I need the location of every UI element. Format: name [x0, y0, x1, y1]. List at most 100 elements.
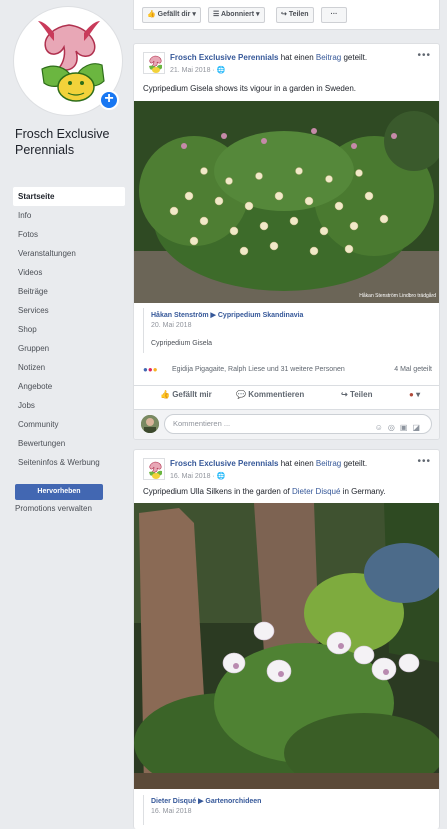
comment-input[interactable]: Kommentieren ... ☺◎▣◪	[164, 414, 432, 434]
nav-item-beitraege[interactable]: Beiträge	[13, 282, 125, 301]
sticker-icon[interactable]: ◪	[412, 423, 425, 432]
nav-item-bewertungen[interactable]: Bewertungen	[13, 434, 125, 453]
globe-icon: 🌐	[216, 473, 226, 480]
frog-orchid-logo	[149, 55, 162, 73]
nav-item-startseite[interactable]: Startseite	[13, 187, 125, 206]
post-text-part: in Germany.	[342, 487, 386, 496]
reactions-names[interactable]: Egidija Pigagaite, Ralph Liese und 31 we…	[172, 366, 345, 373]
shared-post-title[interactable]: Dieter Disqué ▶ Gartenorchideen	[151, 797, 261, 805]
tagged-person-link[interactable]: Dieter Disqué	[292, 487, 340, 496]
post-text: Cypripedium Ulla Silkens in the garden o…	[143, 487, 386, 496]
reactions-summary: ●●● Egidija Pigagaite, Ralph Liese und 3…	[143, 363, 432, 379]
caret-down-icon: ▾	[192, 11, 196, 18]
shared-post-date[interactable]: 16. Mai 2018	[151, 808, 191, 815]
nav-item-shop[interactable]: Shop	[13, 320, 125, 339]
shared-target[interactable]: Gartenorchideen	[205, 798, 261, 805]
triangle-right-icon: ▶	[198, 798, 204, 805]
comment-placeholder: Kommentieren ...	[173, 419, 231, 428]
shared-post-link[interactable]: Beitrag	[316, 459, 341, 468]
left-sidebar: + Frosch Exclusive Perennials Startseite…	[0, 0, 131, 829]
like-page-button[interactable]: 👍 Gefällt dir ▾	[142, 7, 201, 23]
nav-item-angebote[interactable]: Angebote	[13, 377, 125, 396]
nav-item-veranstaltungen[interactable]: Veranstaltungen	[13, 244, 125, 263]
share-button[interactable]: ↪ Teilen	[341, 390, 372, 399]
nav-item-seiteninfos[interactable]: Seiteninfos & Werbung	[13, 453, 125, 472]
page-avatar-small-icon: ●	[409, 390, 414, 399]
photo-credit: Håkan Stenström Lindbro trädgård	[359, 292, 436, 299]
manage-promotions-link[interactable]: Promotions verwalten	[15, 504, 92, 513]
gif-icon[interactable]: ▣	[400, 423, 413, 432]
thumbs-up-icon: 👍	[147, 11, 156, 18]
nav-item-notizen[interactable]: Notizen	[13, 358, 125, 377]
share-arrow-icon: ↪	[281, 11, 287, 18]
shares-count[interactable]: 4 Mal geteilt	[394, 366, 432, 373]
post-card: Frosch Exclusive Perennials hat einen Be…	[133, 449, 440, 829]
speech-bubble-icon: 💬	[236, 390, 246, 399]
caret-down-icon: ▾	[416, 390, 421, 399]
post-photo[interactable]	[134, 503, 439, 789]
nav-item-services[interactable]: Services	[13, 301, 125, 320]
post-as-selector[interactable]: ● ▾	[409, 390, 420, 399]
wow-reaction-icon: ●	[152, 365, 158, 374]
share-label: Teilen	[349, 390, 373, 399]
post-author-name[interactable]: Frosch Exclusive Perennials	[170, 53, 279, 62]
globe-icon: 🌐	[216, 67, 226, 74]
reaction-icons[interactable]: ●●●	[143, 365, 158, 374]
frog-orchid-logo	[149, 461, 162, 479]
shared-post-link[interactable]: Beitrag	[316, 53, 341, 62]
post-date: 16. Mai 2018 ·	[170, 473, 217, 480]
commenter-avatar[interactable]	[141, 415, 159, 433]
comment-tools: ☺◎▣◪	[375, 419, 425, 437]
shared-author[interactable]: Dieter Disqué	[151, 798, 196, 805]
like-button[interactable]: 👍 Gefällt mir	[160, 390, 212, 399]
orchid-photo	[134, 503, 439, 789]
shared-post-card[interactable]: Håkan Stenström ▶ Cypripedium Skandinavi…	[143, 308, 432, 353]
page-action-bar: 👍 Gefällt dir ▾ ☰ Abonniert ▾ ↪ Teilen ·…	[133, 0, 440, 30]
shared-post-card[interactable]: Dieter Disqué ▶ Gartenorchideen 16. Mai …	[143, 795, 432, 825]
promote-button[interactable]: Hervorheben	[15, 484, 103, 500]
post-timestamp[interactable]: 16. Mai 2018 · 🌐	[170, 472, 225, 480]
post-author-avatar[interactable]	[143, 52, 165, 74]
nav-item-jobs[interactable]: Jobs	[13, 396, 125, 415]
like-page-label: Gefällt dir	[157, 11, 191, 18]
follow-button[interactable]: ☰ Abonniert ▾	[208, 7, 265, 23]
comment-label: Kommentieren	[248, 390, 305, 399]
add-photo-icon[interactable]: +	[99, 90, 119, 110]
post-timestamp[interactable]: 21. Mai 2018 · 🌐	[170, 66, 225, 74]
post-author-name[interactable]: Frosch Exclusive Perennials	[170, 459, 279, 468]
nav-item-videos[interactable]: Videos	[13, 263, 125, 282]
post-options-icon[interactable]: •••	[417, 456, 431, 467]
post-header: Frosch Exclusive Perennials hat einen Be…	[170, 53, 367, 62]
like-label: Gefällt mir	[172, 390, 212, 399]
post-options-icon[interactable]: •••	[417, 50, 431, 61]
page-title[interactable]: Frosch Exclusive Perennials	[15, 126, 127, 158]
caret-down-icon: ▾	[255, 11, 260, 18]
comment-button[interactable]: 💬 Kommentieren	[236, 390, 304, 399]
share-arrow-icon: ↪	[341, 390, 348, 399]
post-header: Frosch Exclusive Perennials hat einen Be…	[170, 459, 367, 468]
emoji-icon[interactable]: ☺	[375, 423, 388, 432]
nav-item-fotos[interactable]: Fotos	[13, 225, 125, 244]
post-text-part: Cypripedium Ulla Silkens in the garden o…	[143, 487, 290, 496]
post-photo[interactable]: Håkan Stenström Lindbro trädgård	[134, 101, 439, 303]
nav-item-community[interactable]: Community	[13, 415, 125, 434]
post-author-avatar[interactable]	[143, 458, 165, 480]
nav-item-info[interactable]: Info	[13, 206, 125, 225]
post-card: Frosch Exclusive Perennials hat einen Be…	[133, 43, 440, 440]
post-suffix: geteilt.	[343, 53, 368, 62]
shared-post-date[interactable]: 20. Mai 2018	[151, 322, 191, 329]
post-verb: hat einen	[280, 53, 314, 62]
share-page-label: Teilen	[288, 11, 309, 18]
share-page-button[interactable]: ↪ Teilen	[276, 7, 314, 23]
orchid-photo: Håkan Stenström Lindbro trädgård	[134, 101, 439, 303]
post-suffix: geteilt.	[343, 459, 368, 468]
post-actions: 👍 Gefällt mir 💬 Kommentieren ↪ Teilen ● …	[134, 385, 439, 407]
shared-author[interactable]: Håkan Stenström	[151, 312, 209, 319]
shared-post-title[interactable]: Håkan Stenström ▶ Cypripedium Skandinavi…	[151, 311, 303, 319]
post-verb: hat einen	[280, 459, 314, 468]
shared-target[interactable]: Cypripedium Skandinavia	[218, 312, 304, 319]
nav-item-gruppen[interactable]: Gruppen	[13, 339, 125, 358]
comment-composer: Kommentieren ... ☺◎▣◪	[134, 409, 439, 439]
camera-icon[interactable]: ◎	[388, 423, 400, 432]
more-options-button[interactable]: ···	[321, 7, 347, 23]
